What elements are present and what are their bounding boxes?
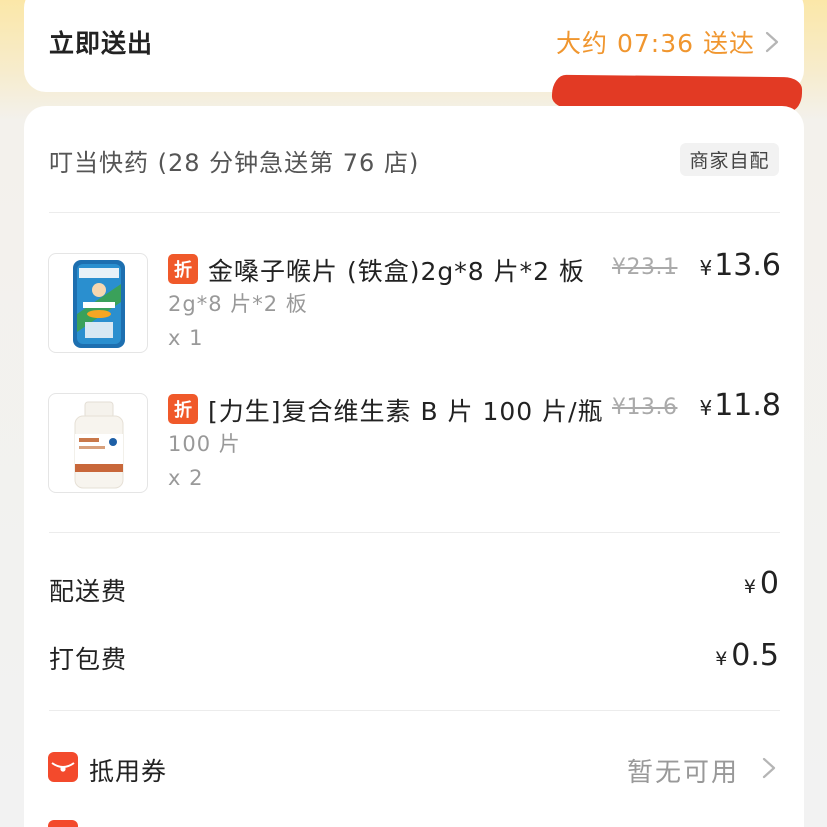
store-delivery-tag: 商家自配 [680, 143, 779, 176]
chevron-right-icon[interactable] [760, 753, 778, 783]
discount-badge: 折 [168, 394, 198, 424]
coupon-status[interactable]: 暂无可用 [627, 752, 739, 789]
original-price: ¥23.1 [612, 255, 678, 280]
divider [49, 710, 780, 711]
original-price: ¥13.6 [612, 395, 678, 420]
price-value: 13.6 [714, 248, 781, 283]
delivery-fee-label: 配送费 [49, 577, 128, 606]
vitamin-bottle-image[interactable] [48, 393, 148, 493]
store-name: 叮当快药 (28 分钟急送第 76 店) [49, 149, 420, 177]
product-spec: 2g*8 片*2 板 [168, 292, 308, 316]
divider [49, 532, 780, 533]
packing-fee-value: ¥0.5 [715, 638, 779, 673]
fee-amount: 0.5 [731, 638, 779, 673]
packing-fee-label: 打包费 [49, 645, 128, 674]
product-spec: 100 片 [168, 432, 241, 456]
product-price: ¥13.6 [699, 248, 781, 283]
currency-symbol: ¥ [699, 256, 713, 280]
currency-symbol: ¥ [699, 396, 713, 420]
coupon-label[interactable]: 抵用券 [89, 752, 167, 788]
price-value: 11.8 [714, 388, 781, 423]
throat-lozenge-tin-image[interactable] [48, 253, 148, 353]
chevron-right-icon [765, 31, 779, 53]
product-quantity: x 1 [168, 326, 204, 350]
product-price: ¥11.8 [699, 388, 781, 423]
next-row-icon [48, 820, 78, 827]
currency-symbol: ¥ [743, 576, 756, 598]
fee-amount: 0 [759, 566, 779, 601]
product-quantity: x 2 [168, 466, 204, 490]
discount-badge: 折 [168, 254, 198, 284]
currency-symbol: ¥ [715, 648, 728, 670]
delivery-mode-label: 立即送出 [49, 29, 154, 58]
product-name[interactable]: 金嗓子喉片 (铁盒)2g*8 片*2 板 [208, 252, 585, 288]
delivery-fee-value: ¥0 [744, 566, 779, 601]
coupon-icon [48, 752, 78, 782]
delivery-eta-selector[interactable]: 大约 07:36 送达 [556, 24, 781, 60]
product-name[interactable]: [力生]复合维生素 B 片 100 片/瓶 [208, 392, 604, 428]
delivery-eta-text: 大约 07:36 送达 [556, 29, 755, 58]
divider [49, 212, 780, 213]
